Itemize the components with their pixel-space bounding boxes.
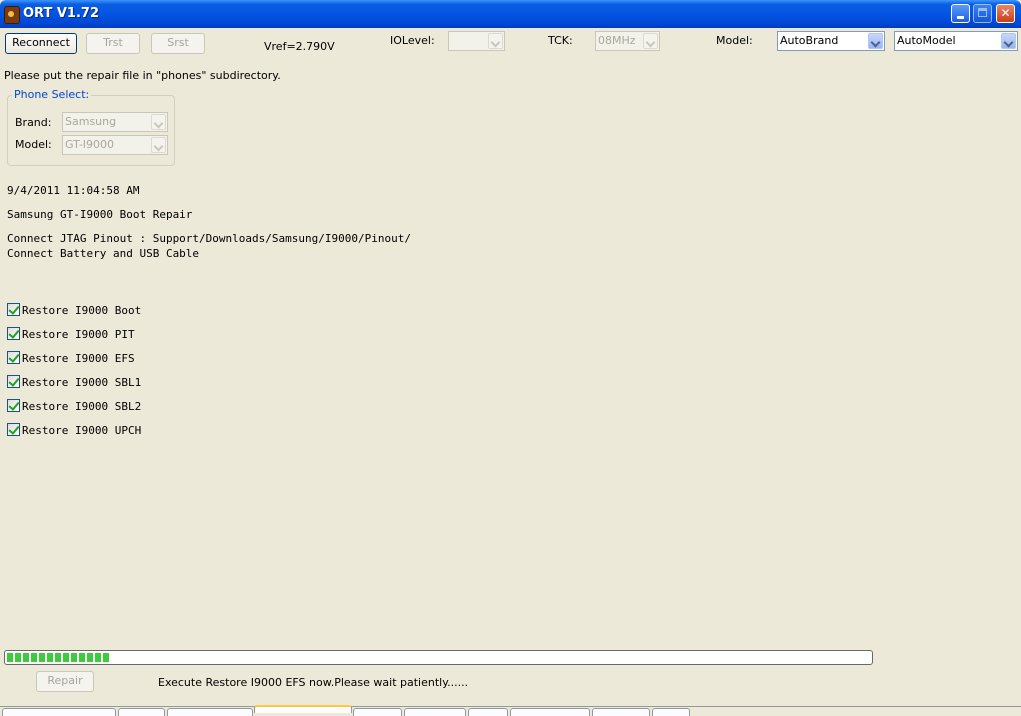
tab-7[interactable] xyxy=(468,708,508,716)
close-icon: ✕ xyxy=(1000,6,1011,20)
title-bar[interactable]: ORT V1.72 ✕ xyxy=(0,0,1021,28)
restore-boot-label[interactable]: Restore I9000 Boot xyxy=(22,304,141,317)
brand-value: Samsung xyxy=(65,115,117,128)
iolevel-label: IOLevel: xyxy=(390,34,435,47)
progress-fill xyxy=(7,653,111,662)
brand-auto-select[interactable]: AutoBrand xyxy=(777,31,885,51)
restore-sbl2-label[interactable]: Restore I9000 SBL2 xyxy=(22,400,141,413)
reconnect-button[interactable]: Reconnect xyxy=(5,33,77,54)
close-button[interactable]: ✕ xyxy=(996,4,1015,23)
minimize-button[interactable] xyxy=(951,4,970,23)
phone-select-title: Phone Select: xyxy=(12,88,92,101)
srst-button[interactable]: Srst xyxy=(151,33,205,54)
restore-efs-label[interactable]: Restore I9000 EFS xyxy=(22,352,135,365)
log-timestamp: 9/4/2011 11:04:58 AM xyxy=(7,184,140,197)
tab-9[interactable] xyxy=(592,708,650,716)
phone-model-value: GT-I9000 xyxy=(65,138,115,151)
repair-button[interactable]: Repair xyxy=(36,671,94,692)
restore-pit-label[interactable]: Restore I9000 PIT xyxy=(22,328,135,341)
tab-3[interactable] xyxy=(167,708,253,716)
model-auto-select[interactable]: AutoModel xyxy=(894,31,1018,51)
log-line-jtag: Connect JTAG Pinout : Support/Downloads/… xyxy=(7,232,411,245)
chevron-down-icon xyxy=(151,114,166,130)
phone-model-select[interactable]: GT-I9000 xyxy=(62,135,168,155)
log-line-battery: Connect Battery and USB Cable xyxy=(7,247,200,260)
chevron-down-icon xyxy=(643,33,658,49)
maximize-icon xyxy=(978,8,987,17)
maximize-button[interactable] xyxy=(973,4,992,23)
minimize-icon xyxy=(957,16,964,19)
chevron-down-icon xyxy=(1001,33,1016,49)
tck-value: 08MHz xyxy=(598,34,636,47)
trst-button[interactable]: Trst xyxy=(86,33,140,54)
restore-boot-checkbox[interactable] xyxy=(7,303,20,316)
chevron-down-icon xyxy=(868,33,883,49)
tab-2[interactable] xyxy=(118,708,165,716)
restore-sbl1-label[interactable]: Restore I9000 SBL1 xyxy=(22,376,141,389)
restore-sbl2-checkbox[interactable] xyxy=(7,399,20,412)
brand-select[interactable]: Samsung xyxy=(62,112,168,132)
repair-progress-bar xyxy=(4,650,873,665)
window-title: ORT V1.72 xyxy=(23,6,100,21)
tab-8[interactable] xyxy=(510,708,590,716)
brand-label: Brand: xyxy=(15,116,52,129)
tck-select[interactable]: 08MHz xyxy=(595,31,660,51)
phone-model-label: Model: xyxy=(15,138,52,151)
restore-pit-checkbox[interactable] xyxy=(7,327,20,340)
chevron-down-icon xyxy=(488,33,503,49)
model-auto-value: AutoModel xyxy=(897,34,956,47)
restore-upch-label[interactable]: Restore I9000 UPCH xyxy=(22,424,141,437)
tab-10[interactable] xyxy=(652,708,690,716)
vref-readout: Vref=2.790V xyxy=(264,40,335,53)
iolevel-select[interactable] xyxy=(448,31,505,51)
brand-auto-value: AutoBrand xyxy=(780,34,839,47)
repair-file-hint: Please put the repair file in "phones" s… xyxy=(4,69,281,82)
restore-sbl1-checkbox[interactable] xyxy=(7,375,20,388)
restore-upch-checkbox[interactable] xyxy=(7,423,20,436)
tab-6[interactable] xyxy=(404,708,466,716)
status-text: Execute Restore I9000 EFS now.Please wai… xyxy=(158,676,469,689)
chevron-down-icon xyxy=(151,137,166,153)
tck-label: TCK: xyxy=(548,34,573,47)
model-label: Model: xyxy=(716,34,753,47)
restore-efs-checkbox[interactable] xyxy=(7,351,20,364)
tab-1[interactable] xyxy=(2,708,116,716)
tab-5[interactable] xyxy=(353,708,402,716)
app-icon xyxy=(4,6,20,24)
tab-active[interactable] xyxy=(254,705,352,713)
log-heading: Samsung GT-I9000 Boot Repair xyxy=(7,208,193,221)
